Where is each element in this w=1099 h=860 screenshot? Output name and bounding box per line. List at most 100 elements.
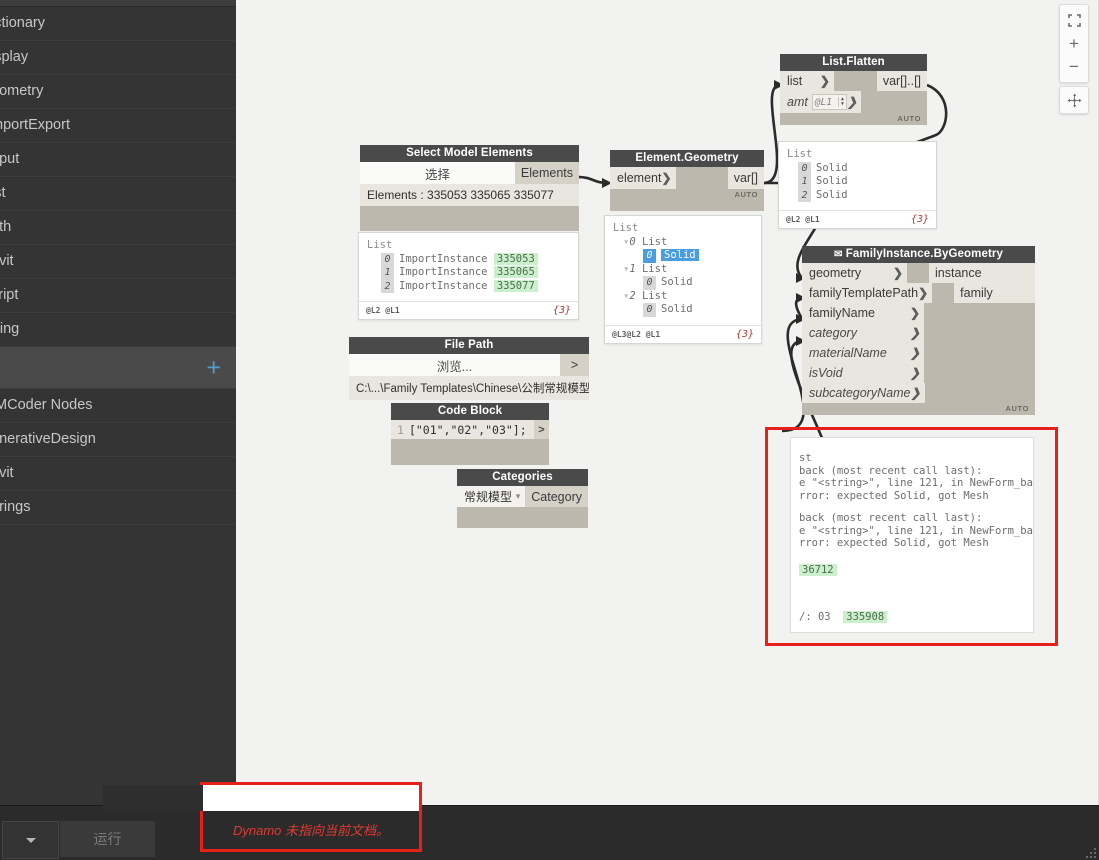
list-index: 2: [798, 189, 811, 203]
port-in-category[interactable]: category❯: [802, 323, 924, 343]
node-library-sidebar[interactable]: ictionary isplay eometry mportExport npu…: [0, 0, 237, 806]
sidebar-item-label: isplay: [0, 49, 28, 65]
pan-move-icon[interactable]: [1059, 86, 1089, 114]
sidebar-item-input[interactable]: nput: [0, 143, 236, 177]
sidebar-item-label: ictionary: [0, 15, 45, 31]
sidebar-item-package-revit[interactable]: evit: [0, 457, 236, 491]
sidebar-item-generativedesign[interactable]: enerativeDesign: [0, 423, 236, 457]
sidebar-item-revit[interactable]: evit: [0, 245, 236, 279]
port-out-category[interactable]: Category: [525, 486, 588, 507]
port-out-codeblock[interactable]: >: [534, 420, 549, 439]
browse-button[interactable]: 浏览...: [349, 354, 560, 376]
sidebar-item-importexport[interactable]: mportExport: [0, 109, 236, 143]
select-button[interactable]: 选择: [360, 162, 515, 184]
preview-select-model-elements: List 0ImportInstance 335053 1ImportInsta…: [358, 232, 579, 320]
annotation-white-fill: [203, 785, 419, 811]
sidebar-item-springs[interactable]: prings: [0, 491, 236, 525]
port-in-list[interactable]: list ❯: [780, 71, 834, 91]
node-categories[interactable]: Categories 常规模型 ▾ Category: [457, 469, 588, 528]
code-block-editor[interactable]: 1 ["01","02","03"]; >: [391, 420, 549, 439]
node-select-model-elements[interactable]: Select Model Elements 选择 Elements Elemen…: [360, 145, 579, 231]
error-output-panel[interactable]: st back (most recent call last): e "<str…: [790, 437, 1034, 633]
sidebar-item-geometry[interactable]: eometry: [0, 75, 236, 109]
list-type: ImportInstance: [399, 266, 488, 278]
list-type: ImportInstance: [399, 280, 488, 292]
run-button[interactable]: 运行: [60, 821, 155, 857]
chevron-right-icon: ❯: [918, 286, 928, 300]
sidebar-item-label: cript: [0, 287, 18, 303]
port-out-var[interactable]: var[]: [728, 167, 764, 189]
file-path-value: C:\...\Family Templates\Chinese\公制常规模型.r…: [349, 376, 589, 400]
sidebar-item-math[interactable]: ath: [0, 211, 236, 245]
chevron-down-icon[interactable]: ▾: [516, 491, 521, 502]
sidebar-item-list[interactable]: ist: [0, 177, 236, 211]
error-line: e "<string>", line 121, in NewForm_backg…: [799, 477, 1025, 490]
port-label: var[]: [734, 171, 758, 185]
port-in-familytemplatepath[interactable]: familyTemplatePath❯: [802, 283, 932, 303]
zoom-controls[interactable]: + −: [1059, 4, 1089, 83]
list-index: 0: [643, 303, 656, 317]
group-index: 0: [629, 236, 635, 248]
node-title-prefix-icon: ✉: [834, 249, 842, 260]
chevron-right-icon: ❯: [893, 266, 903, 280]
sidebar-item-label: eometry: [0, 83, 43, 99]
port-label: amt: [787, 95, 808, 109]
resize-grip-icon[interactable]: [1082, 844, 1096, 858]
list-index: 1: [798, 175, 811, 189]
node-code-block[interactable]: Code Block 1 ["01","02","03"]; >: [391, 403, 549, 465]
plus-icon[interactable]: +: [206, 355, 221, 380]
amt-stepper[interactable]: @L1 ▲▼: [812, 94, 847, 110]
list-value: Solid: [816, 162, 848, 174]
chevron-right-icon: ❯: [910, 386, 920, 400]
port-out-filepath[interactable]: >: [560, 354, 589, 376]
sidebar-item-script[interactable]: cript: [0, 279, 236, 313]
sidebar-item-label: tring: [0, 321, 19, 337]
group-label: List: [642, 263, 667, 275]
run-mode-dropdown[interactable]: [2, 821, 59, 859]
preview-row: 1ImportInstance 335065: [367, 266, 570, 280]
node-familyinstance-bygeometry[interactable]: ✉ FamilyInstance.ByGeometry geometry ❯ in…: [802, 246, 1035, 415]
port-in-isvoid[interactable]: isVoid❯: [802, 363, 924, 383]
port-label: list: [787, 74, 802, 88]
graph-canvas[interactable]: List.Flatten list ❯ var[]..[] amt: [236, 0, 1099, 806]
port-out-elements[interactable]: Elements: [515, 162, 579, 184]
error-line: st: [799, 452, 1025, 465]
add-package-row[interactable]: +: [0, 347, 236, 389]
sidebar-item-bimcoder-nodes[interactable]: IMCoder Nodes: [0, 389, 236, 423]
group-index: 1: [629, 263, 635, 275]
port-out-family[interactable]: family: [954, 283, 1035, 303]
node-title: Select Model Elements: [360, 145, 579, 162]
node-title-label: FamilyInstance.ByGeometry: [846, 248, 1003, 260]
node-file-path[interactable]: File Path 浏览... > C:\...\Family Template…: [349, 337, 589, 400]
node-title: Code Block: [391, 403, 549, 420]
preview-row: 0Solid: [787, 162, 928, 176]
error-value: 335908: [843, 611, 887, 623]
zoom-in-button[interactable]: +: [1062, 32, 1086, 55]
port-label: geometry: [809, 266, 861, 280]
preview-group: ▾2 List: [613, 290, 753, 304]
port-in-subcategoryname[interactable]: subcategoryName❯: [802, 383, 925, 403]
group-label: List: [642, 290, 667, 302]
port-in-element[interactable]: element ❯: [610, 167, 676, 189]
node-element-geometry[interactable]: Element.Geometry element ❯ var[] AUTO: [610, 150, 764, 211]
port-in-amt[interactable]: amt @L1 ▲▼ ❯: [780, 91, 861, 113]
port-in-materialname[interactable]: materialName❯: [802, 343, 924, 363]
port-out-instance[interactable]: instance: [929, 263, 1035, 283]
port-in-geometry[interactable]: geometry ❯: [802, 263, 907, 283]
port-in-familyname[interactable]: familyName❯: [802, 303, 924, 323]
error-value: 36712: [799, 564, 837, 576]
list-index: 1: [381, 266, 394, 280]
port-label: >: [571, 358, 578, 372]
zoom-out-button[interactable]: −: [1062, 55, 1086, 78]
categories-dropdown[interactable]: 常规模型 ▾: [457, 486, 525, 507]
preview-row: 2ImportInstance 335077: [367, 280, 570, 294]
stepper-arrows-icon[interactable]: ▲▼: [838, 97, 844, 107]
fit-to-screen-icon[interactable]: [1062, 9, 1086, 32]
sidebar-item-string[interactable]: tring: [0, 313, 236, 347]
node-list-flatten[interactable]: List.Flatten list ❯ var[]..[] amt: [780, 54, 927, 125]
code-text: ["01","02","03"];: [409, 423, 534, 437]
sidebar-item-dictionary[interactable]: ictionary: [0, 7, 236, 41]
port-out-var[interactable]: var[]..[]: [877, 71, 927, 91]
node-title: Categories: [457, 469, 588, 486]
sidebar-item-display[interactable]: isplay: [0, 41, 236, 75]
